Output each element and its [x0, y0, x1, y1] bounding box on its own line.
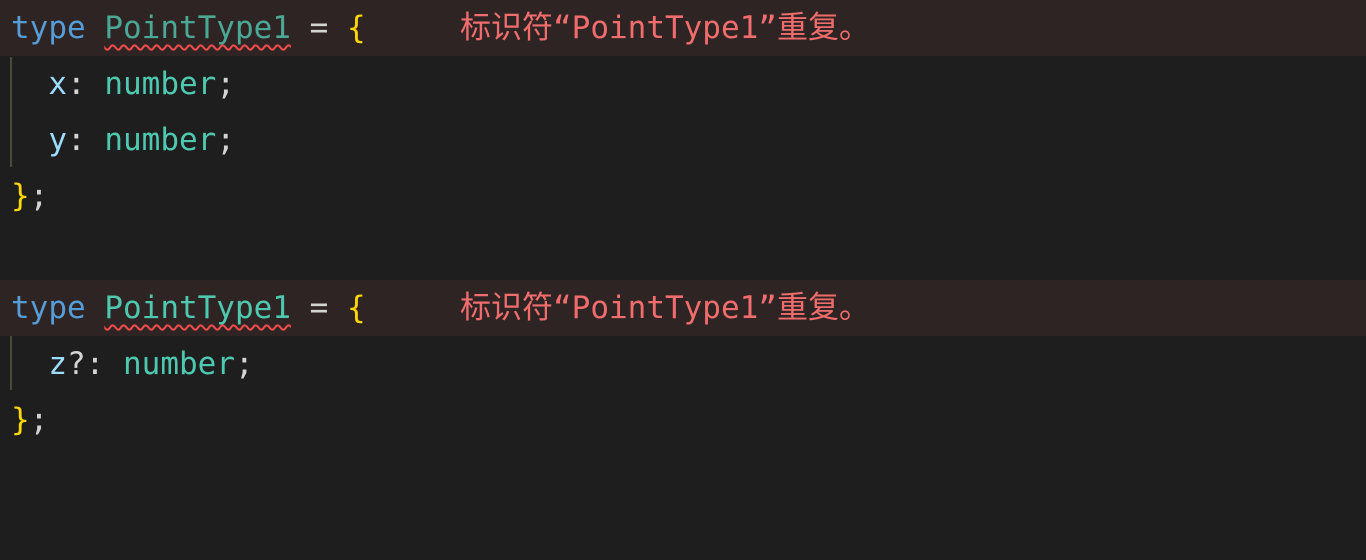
type-name-duplicate[interactable]: PointType1 — [104, 290, 291, 326]
type-annotation-colon: : — [67, 122, 86, 158]
inline-error-message: 标识符“PointType1”重复。 — [460, 290, 870, 326]
equals-operator: = — [309, 10, 329, 46]
close-brace: } — [11, 178, 30, 214]
property-name: x — [48, 66, 67, 102]
semicolon: ; — [234, 346, 254, 382]
keyword-type: type — [11, 10, 86, 46]
code-line-error[interactable]: type PointType1 = { 标识符“PointType1”重复。 — [0, 0, 1366, 56]
close-brace: } — [11, 402, 30, 438]
code-line[interactable]: z?: number; — [0, 336, 1366, 392]
property-type: number — [104, 66, 217, 102]
code-editor[interactable]: type PointType1 = { 标识符“PointType1”重复。 x… — [0, 0, 1366, 446]
property-type: number — [123, 346, 235, 382]
code-line-error[interactable]: type PointType1 = { 标识符“PointType1”重复。 — [0, 280, 1366, 336]
optional-type-annotation: ?: — [67, 346, 105, 382]
code-line[interactable]: }; — [0, 168, 1366, 224]
code-line-empty[interactable] — [0, 224, 1366, 280]
property-name: y — [48, 122, 67, 158]
semicolon: ; — [29, 402, 49, 438]
inline-error-message: 标识符“PointType1”重复。 — [460, 10, 870, 46]
open-brace: { — [346, 290, 366, 326]
equals-operator: = — [309, 290, 329, 326]
property-type: number — [104, 122, 217, 158]
property-name: z — [48, 346, 67, 382]
type-annotation-colon: : — [67, 66, 86, 102]
semicolon: ; — [216, 66, 235, 102]
keyword-type: type — [11, 290, 86, 326]
semicolon: ; — [216, 122, 235, 158]
semicolon: ; — [29, 178, 49, 214]
code-line[interactable]: y: number; — [0, 112, 1366, 168]
code-line[interactable]: }; — [0, 392, 1366, 448]
open-brace: { — [346, 10, 366, 46]
type-name-duplicate[interactable]: PointType1 — [104, 10, 291, 46]
code-line[interactable]: x: number; — [0, 56, 1366, 112]
